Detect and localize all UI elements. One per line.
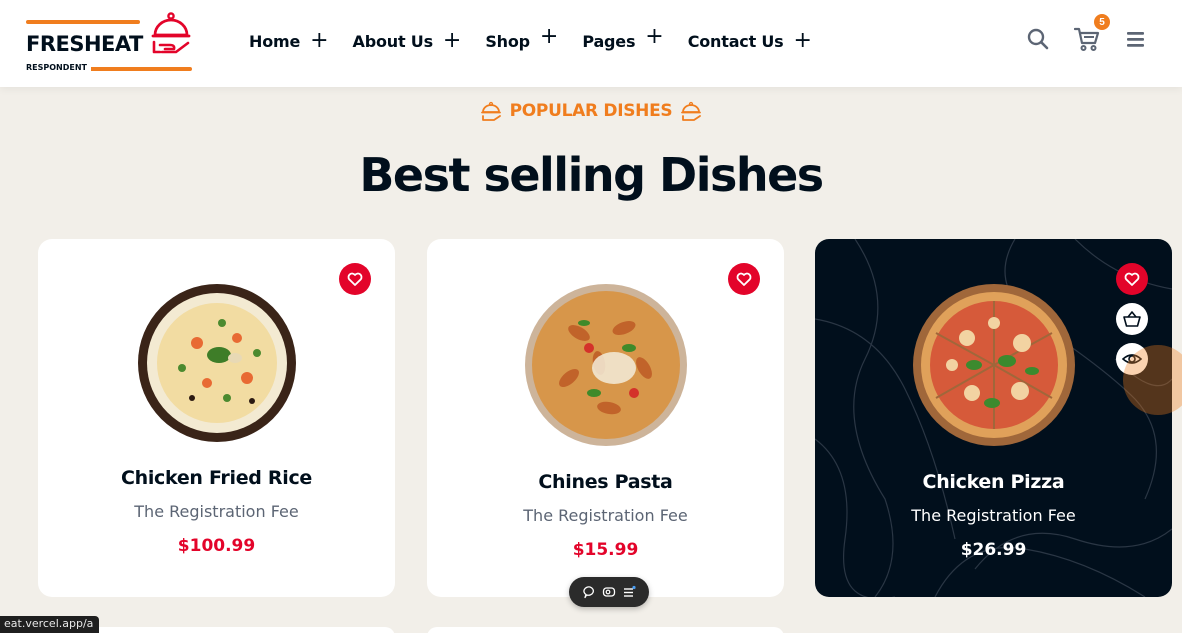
- dish-card-chicken-fried-rice[interactable]: Chicken Fried Rice The Registration Fee …: [38, 239, 395, 597]
- heart-icon: [347, 272, 363, 286]
- dish-card-chicken-pizza[interactable]: Chicken Pizza The Registration Fee $26.9…: [815, 239, 1172, 597]
- header-actions: 5: [1026, 14, 1146, 52]
- dish-image-fried-rice: [137, 284, 296, 442]
- section-subtitle-text: POPULAR DISHES: [509, 101, 673, 121]
- plus-icon[interactable]: +: [794, 30, 812, 52]
- dish-price: $15.99: [572, 540, 639, 560]
- dish-price: $26.99: [960, 540, 1027, 560]
- wishlist-button[interactable]: [728, 263, 760, 295]
- wishlist-button[interactable]: [1116, 263, 1148, 295]
- cart-icon: [1074, 27, 1100, 51]
- nav-item-label[interactable]: Contact Us: [688, 32, 784, 51]
- nav-item-label[interactable]: Shop: [485, 32, 530, 51]
- cart-count-badge: 5: [1094, 14, 1110, 30]
- comment-icon[interactable]: [582, 585, 597, 599]
- logo-bar-top: [26, 20, 140, 24]
- dish-name[interactable]: Chicken Fried Rice: [38, 467, 395, 489]
- floating-toolbar: [569, 577, 649, 607]
- cart-button[interactable]: 5: [1074, 14, 1110, 52]
- basket-icon: [1123, 311, 1141, 327]
- brand-logo[interactable]: FRESHEAT RESPONDENT: [26, 12, 196, 74]
- nav-item-contact-us[interactable]: Contact Us +: [688, 30, 836, 52]
- brand-tagline: RESPONDENT: [26, 63, 92, 72]
- add-to-cart-button[interactable]: [1116, 303, 1148, 335]
- status-bar-url: eat.vercel.app/a: [0, 616, 100, 633]
- nav-item-label[interactable]: Pages: [582, 32, 635, 51]
- heart-icon: [1124, 272, 1140, 286]
- nav-item-label[interactable]: About Us: [353, 32, 434, 51]
- nav-item-home[interactable]: Home +: [249, 30, 353, 52]
- list-icon[interactable]: [622, 585, 636, 599]
- main-nav: Home + About Us + Shop + Pages + Contact…: [249, 26, 836, 54]
- nav-item-label[interactable]: Home: [249, 32, 300, 51]
- dish-name[interactable]: Chicken Pizza: [815, 471, 1172, 493]
- nav-item-pages[interactable]: Pages +: [582, 26, 687, 52]
- dish-icon: [480, 101, 501, 121]
- plus-icon[interactable]: +: [310, 30, 328, 52]
- dish-name[interactable]: Chines Pasta: [427, 471, 784, 493]
- dish-description: The Registration Fee: [134, 502, 299, 521]
- menu-icon: [1127, 32, 1144, 47]
- plus-icon[interactable]: +: [540, 26, 558, 48]
- brand-name: FRESHEAT: [26, 32, 143, 56]
- section-title: Best selling Dishes: [359, 148, 824, 202]
- dish-description: The Registration Fee: [523, 506, 688, 525]
- plus-icon[interactable]: +: [645, 26, 663, 48]
- menu-button[interactable]: [1126, 29, 1146, 49]
- search-button[interactable]: [1026, 27, 1050, 51]
- cloche-icon: [151, 12, 191, 54]
- nav-item-shop[interactable]: Shop +: [485, 26, 582, 52]
- plus-icon[interactable]: +: [443, 30, 461, 52]
- heart-icon: [736, 272, 752, 286]
- dish-card-partial: [427, 627, 784, 633]
- dish-price: $100.99: [177, 536, 256, 556]
- dish-image-pasta: [524, 284, 687, 446]
- dish-image-pizza: [912, 284, 1075, 446]
- nav-item-about-us[interactable]: About Us +: [353, 30, 486, 52]
- section-subtitle: POPULAR DISHES: [0, 100, 1182, 122]
- site-header: FRESHEAT RESPONDENT Home + About Us + Sh…: [0, 0, 1182, 87]
- search-icon: [1027, 28, 1049, 50]
- preview-icon[interactable]: [602, 585, 616, 599]
- wishlist-button[interactable]: [339, 263, 371, 295]
- dish-icon: [681, 101, 702, 121]
- dish-card-chines-pasta[interactable]: Chines Pasta The Registration Fee $15.99: [427, 239, 784, 597]
- dish-description: The Registration Fee: [911, 506, 1076, 525]
